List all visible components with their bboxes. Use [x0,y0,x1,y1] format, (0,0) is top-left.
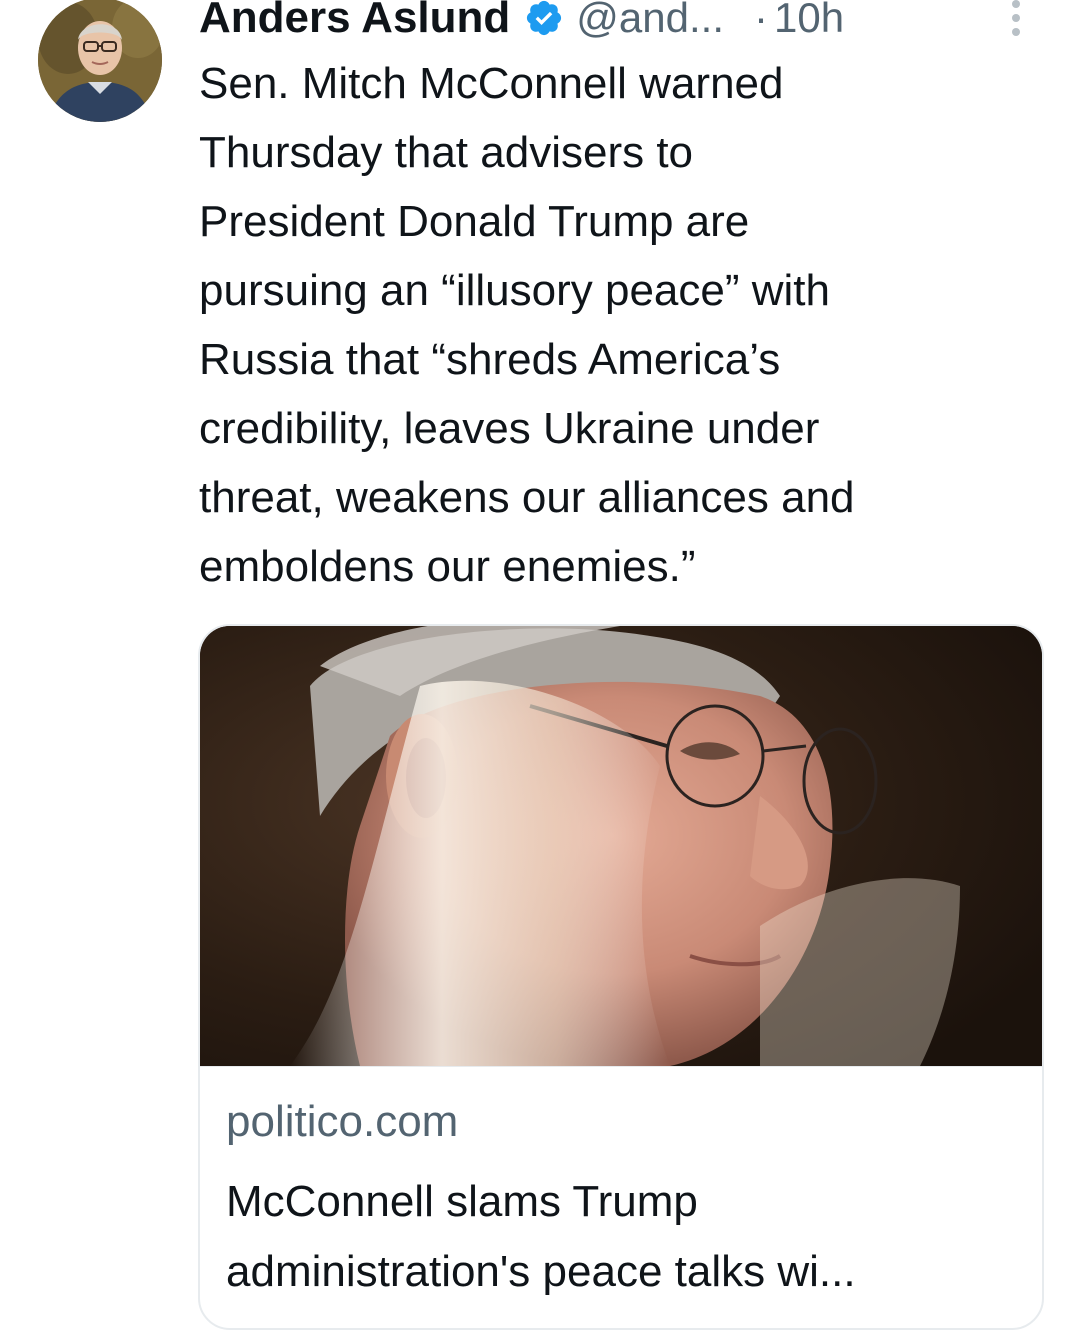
header-separator: · [754,0,769,41]
tweet-text: Sen. Mitch McConnell warned Thursday tha… [199,59,855,591]
tweet-timestamp[interactable]: 10h [774,0,844,42]
link-title: McConnell slams Trump administration's p… [226,1177,856,1296]
link-preview-card[interactable]: politico.com McConnell slams Trump admin… [198,624,1044,1330]
link-preview-body[interactable]: politico.com McConnell slams Trump admin… [200,1066,1042,1328]
author-avatar[interactable] [38,0,162,122]
author-name[interactable]: Anders Aslund [199,0,510,43]
verified-badge-icon [524,0,564,38]
link-preview-image[interactable] [200,626,1042,1066]
link-domain: politico.com [226,1097,459,1146]
tweet-header: Anders Aslund @and... · 10h [199,0,1039,48]
avatar-portrait [38,0,162,122]
more-vertical-icon[interactable] [1006,0,1026,42]
author-handle[interactable]: @and... [576,0,724,42]
